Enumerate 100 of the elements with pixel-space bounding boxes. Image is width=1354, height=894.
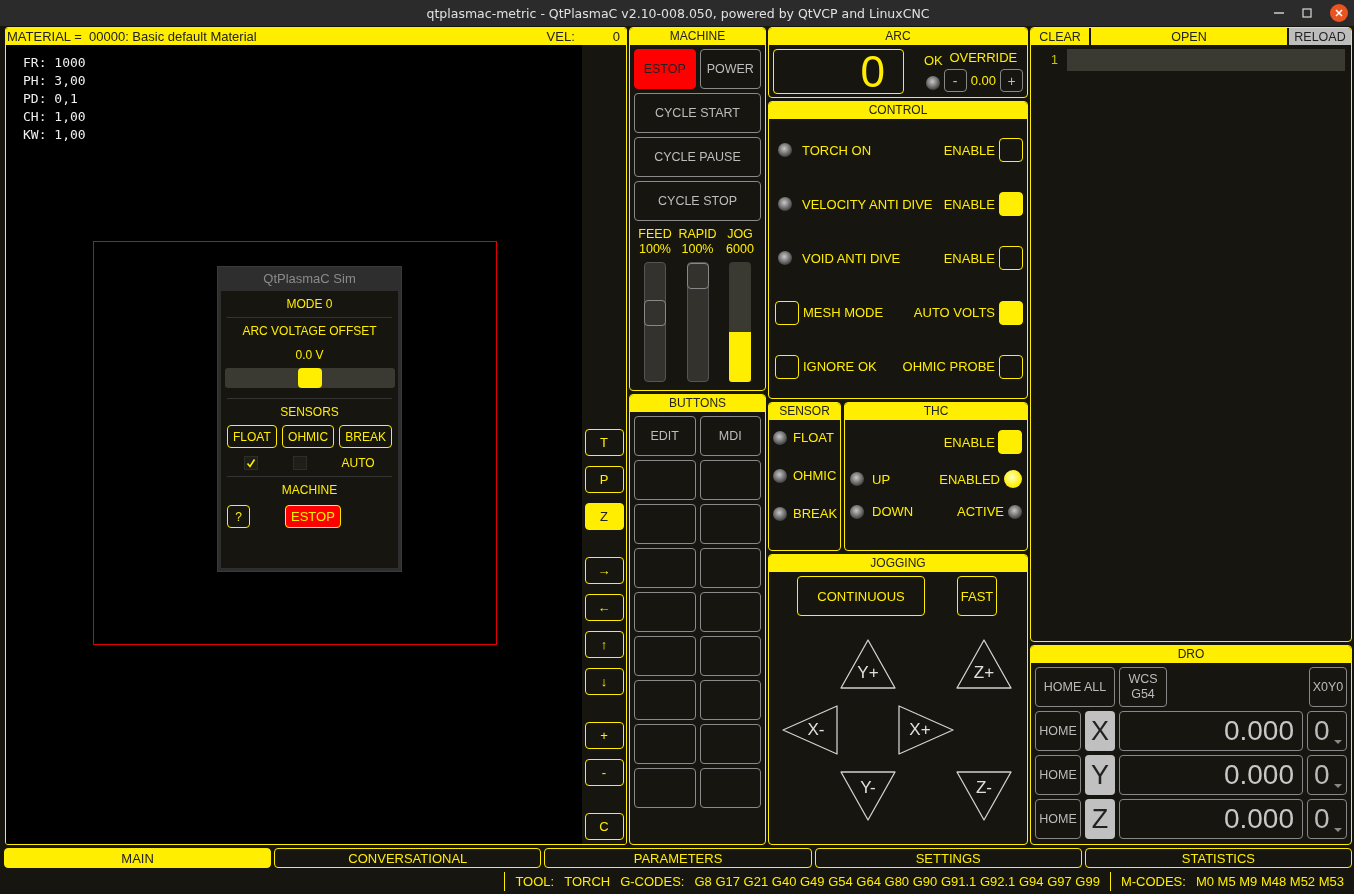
sensor-label: FLOAT: [793, 430, 834, 445]
option-label: IGNORE OK: [803, 359, 877, 375]
blank-button[interactable]: [699, 504, 761, 544]
power-button[interactable]: POWER: [699, 49, 761, 89]
offset-dropdown[interactable]: 0: [1307, 799, 1347, 839]
cycle-button[interactable]: CYCLE PAUSE: [634, 137, 761, 177]
blank-button[interactable]: [634, 504, 696, 544]
blank-button[interactable]: [634, 768, 696, 808]
view-button[interactable]: C: [584, 813, 624, 840]
panel-title: CONTROL: [769, 102, 1027, 119]
option-label: VELOCITY ANTI DIVE: [802, 196, 933, 212]
slider-track[interactable]: [644, 262, 666, 382]
view-button[interactable]: -: [584, 759, 624, 786]
blank-button[interactable]: [699, 592, 761, 632]
blank-button[interactable]: [634, 724, 696, 764]
option-label: OHMIC PROBE: [902, 359, 995, 375]
view-button[interactable]: →: [584, 557, 624, 584]
sensor-button[interactable]: OHMIC: [282, 425, 335, 448]
slider-label: RAPID: [678, 227, 717, 242]
blank-button[interactable]: [634, 460, 696, 500]
jog-button[interactable]: X-: [780, 703, 840, 757]
offset-dropdown[interactable]: 0: [1307, 711, 1347, 751]
blank-button[interactable]: [634, 548, 696, 588]
blank-button[interactable]: [634, 592, 696, 632]
home-button[interactable]: HOME: [1035, 755, 1081, 795]
blank-button[interactable]: [699, 636, 761, 676]
home-button[interactable]: HOME: [1035, 711, 1081, 751]
sensor-label: OHMIC: [793, 468, 837, 483]
axis-position-readout: 0.000: [1119, 799, 1303, 839]
offset-label: ARC VOLTAGE OFFSET: [242, 324, 377, 338]
gcodes-value: G8 G17 G21 G40 G49 G54 G64 G80 G90 G91.1 G92.1 G94 G97 G99: [694, 874, 1100, 889]
jog-button[interactable]: Z+: [954, 637, 1014, 691]
editor-button[interactable]: OPEN: [1091, 28, 1289, 45]
cycle-button[interactable]: CYCLE STOP: [634, 181, 761, 221]
blank-button[interactable]: [634, 636, 696, 676]
mcodes-label: M-CODES:: [1120, 874, 1186, 889]
option-label: ENABLE: [943, 196, 995, 212]
view-button[interactable]: P: [584, 466, 624, 493]
decrease-button[interactable]: -: [943, 69, 967, 92]
jog-button[interactable]: Y-: [838, 769, 898, 823]
slider-label: FEED: [638, 227, 672, 242]
blank-button[interactable]: [699, 680, 761, 720]
slider-reading: 100%: [681, 242, 714, 257]
slider-thumb[interactable]: [686, 263, 709, 289]
fast-button[interactable]: FAST: [957, 576, 997, 616]
view-button[interactable]: T: [584, 429, 624, 456]
blank-button[interactable]: [634, 680, 696, 720]
offset-dropdown[interactable]: 0: [1307, 755, 1347, 795]
jog-slider-track[interactable]: [729, 262, 751, 382]
axis-position-readout: 0.000: [1119, 755, 1303, 795]
home-button[interactable]: HOME: [1035, 799, 1081, 839]
checkbox[interactable]: [244, 456, 259, 470]
slider-reading: 100%: [639, 242, 671, 257]
maximize-icon[interactable]: [1302, 8, 1312, 18]
tab[interactable]: STATISTICS: [1084, 848, 1352, 868]
cycle-button[interactable]: CYCLE START: [634, 93, 761, 133]
blank-button[interactable]: [699, 460, 761, 500]
option-label: VOID ANTI DIVE: [802, 250, 901, 266]
tool-label: TOOL:: [515, 874, 555, 889]
view-button[interactable]: Z: [584, 503, 624, 530]
sensor-button[interactable]: BREAK: [339, 425, 392, 448]
view-button[interactable]: +: [584, 722, 624, 749]
checkbox[interactable]: [292, 456, 307, 470]
zero-xy-button[interactable]: X0Y0: [1309, 667, 1347, 707]
dropdown-caret-icon: [1334, 828, 1342, 832]
jog-button[interactable]: Y+: [838, 637, 898, 691]
view-button[interactable]: ←: [584, 594, 624, 621]
slider-track[interactable]: [686, 262, 709, 382]
home-all-button[interactable]: HOME ALL: [1035, 667, 1115, 707]
offset-slider-track[interactable]: [224, 368, 395, 388]
help-button[interactable]: ?: [227, 505, 250, 528]
sensor-label: BREAK: [793, 506, 838, 521]
editor-button[interactable]: CLEAR: [1031, 28, 1091, 45]
blank-button[interactable]: [699, 548, 761, 588]
close-icon[interactable]: [1330, 4, 1348, 22]
tab[interactable]: SETTINGS: [814, 848, 1082, 868]
user-button[interactable]: EDIT: [634, 416, 696, 456]
blank-button[interactable]: [699, 724, 761, 764]
estop-button[interactable]: ESTOP: [634, 49, 696, 89]
view-button[interactable]: ↑: [584, 631, 624, 658]
ok-label: OK: [924, 52, 943, 68]
tab[interactable]: MAIN: [4, 848, 272, 868]
jog-mode-button[interactable]: CONTINUOUS: [797, 576, 925, 616]
panel-title: BUTTONS: [630, 395, 765, 412]
wcs-button[interactable]: WCS G54: [1119, 667, 1167, 707]
tab[interactable]: PARAMETERS: [544, 848, 812, 868]
jog-button[interactable]: X+: [896, 703, 956, 757]
option-label: ENABLE: [943, 434, 995, 450]
blank-button[interactable]: [699, 768, 761, 808]
offset-slider-thumb[interactable]: [297, 368, 322, 388]
tab[interactable]: CONVERSATIONAL: [274, 848, 542, 868]
slider-thumb[interactable]: [644, 299, 666, 326]
increase-button[interactable]: +: [1000, 69, 1023, 92]
parameter-line: PH: 3,00: [23, 72, 86, 90]
sensor-button[interactable]: FLOAT: [227, 425, 277, 448]
parameter-line: PD: 0,1: [23, 90, 79, 108]
jog-button[interactable]: Z-: [954, 769, 1014, 823]
user-button[interactable]: MDI: [699, 416, 761, 456]
view-button[interactable]: ↓: [584, 668, 624, 695]
option-label: TORCH ON: [802, 142, 872, 158]
